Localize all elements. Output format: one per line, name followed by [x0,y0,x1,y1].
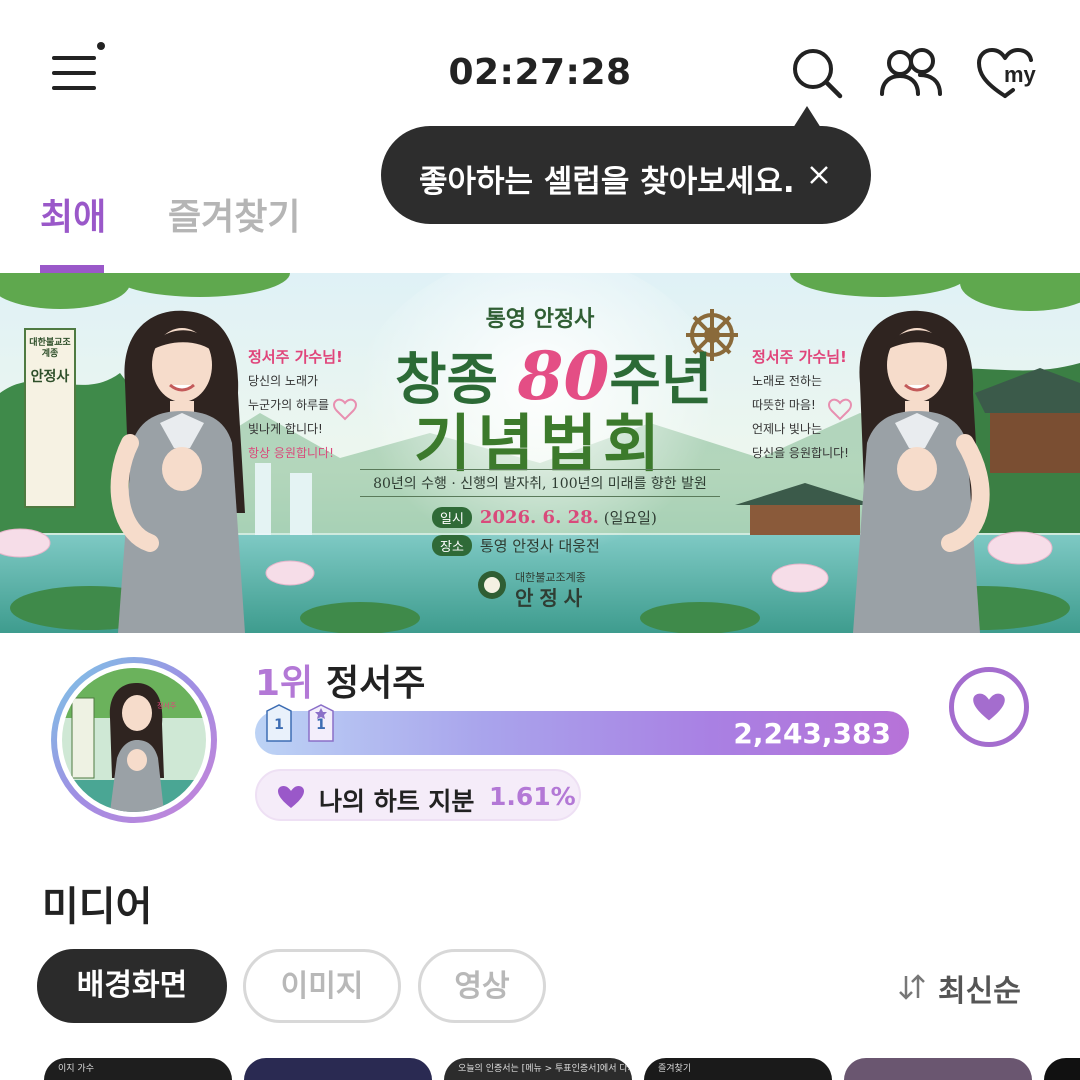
search-tooltip: 좋아하는 셀럽을 찾아보세요. [381,106,871,224]
banner-org: 안정사 [515,586,589,610]
banner-right-message: 정서주 가수님! 노래로 전하는 따뜻한 마음! 언제나 빛나는 당신을 응원합… [752,348,849,460]
banner-temple-name: 통영 안정사 [485,306,595,332]
media-thumbnail[interactable] [844,1058,1032,1080]
vote-progress-bar: 1 1 2,243,383 [255,704,909,755]
chip-videos[interactable]: 영상 [418,949,546,1023]
badge-icon: 1 [265,703,293,743]
star-badge-icon: 1 [307,703,335,743]
my-label: my [1004,62,1037,87]
tab-bookmarks[interactable]: 즐겨찾기 [168,188,300,240]
tab-favorite-celeb[interactable]: 최애 [40,188,106,240]
active-tab-indicator [40,265,104,273]
celeb-name: 정서주 [326,663,426,704]
banner-subtitle: 80년의 수행 · 신행의 발자취, 100년의 미래를 향한 발원 [360,469,720,497]
people-icon[interactable] [878,46,944,100]
svg-text:정서주: 정서주 [157,701,177,710]
vote-heart-button[interactable] [949,667,1029,747]
heart-icon [277,785,305,813]
tooltip-text: 좋아하는 셀럽을 찾아보세요. [419,164,795,200]
share-value: 1.61% [489,782,576,811]
banner-vertical-sign: 대한불교조계종 안정사 [24,328,76,508]
media-thumbnail[interactable]: 오늘의 인증서는 [메뉴 > 투표인증서]에서 다시 볼 수 있어요 [444,1058,632,1080]
search-icon[interactable] [790,46,844,100]
menu-button[interactable] [48,42,106,96]
sort-label: 최신순 [938,974,1021,1009]
media-thumbnail[interactable] [244,1058,432,1080]
celeb-avatar[interactable]: 정서주 [51,657,217,823]
close-icon[interactable] [801,157,837,193]
share-label: 나의 하트 지분 [319,787,475,816]
vote-count: 2,243,383 [733,717,891,750]
notification-dot [97,42,105,50]
chip-wallpaper[interactable]: 배경화면 [37,949,227,1023]
media-section-title: 미디어 [42,884,153,930]
media-thumbnail[interactable]: 이지 가수 [44,1058,232,1080]
menu-icon-line [52,86,96,90]
banner-place: 장소 통영 안정사 대웅전 [432,535,600,556]
chip-images[interactable]: 이미지 [243,949,401,1023]
clock: 02:27:28 [448,52,632,93]
menu-icon-line [52,56,96,60]
menu-icon-line [52,71,96,75]
heart-share-pill: 나의 하트 지분 1.61% [255,769,581,821]
banner-date: 일시 2026. 6. 28. (일요일) [432,507,657,528]
heart-my-icon[interactable]: my [975,46,1039,102]
rank-label: 1위 [255,663,314,704]
sort-icon [898,974,928,1004]
media-thumbnail[interactable] [1044,1058,1080,1080]
celeb-banner[interactable]: 대한불교조계종 안정사 정서주 가수님! 당신의 노래가 누군가의 하루를 빛나… [0,273,1080,633]
heart-icon [973,693,1005,721]
banner-left-message: 정서주 가수님! 당신의 노래가 누군가의 하루를 빛나게 합니다! 항상 응원… [248,348,343,460]
avatar-image: 정서주 [57,663,211,817]
media-thumbnail-row: 이지 가수 오늘의 인증서는 [메뉴 > 투표인증서]에서 다시 볼 수 있어요… [0,1058,1080,1080]
media-thumbnail[interactable]: 즐겨찾기 [644,1058,832,1080]
